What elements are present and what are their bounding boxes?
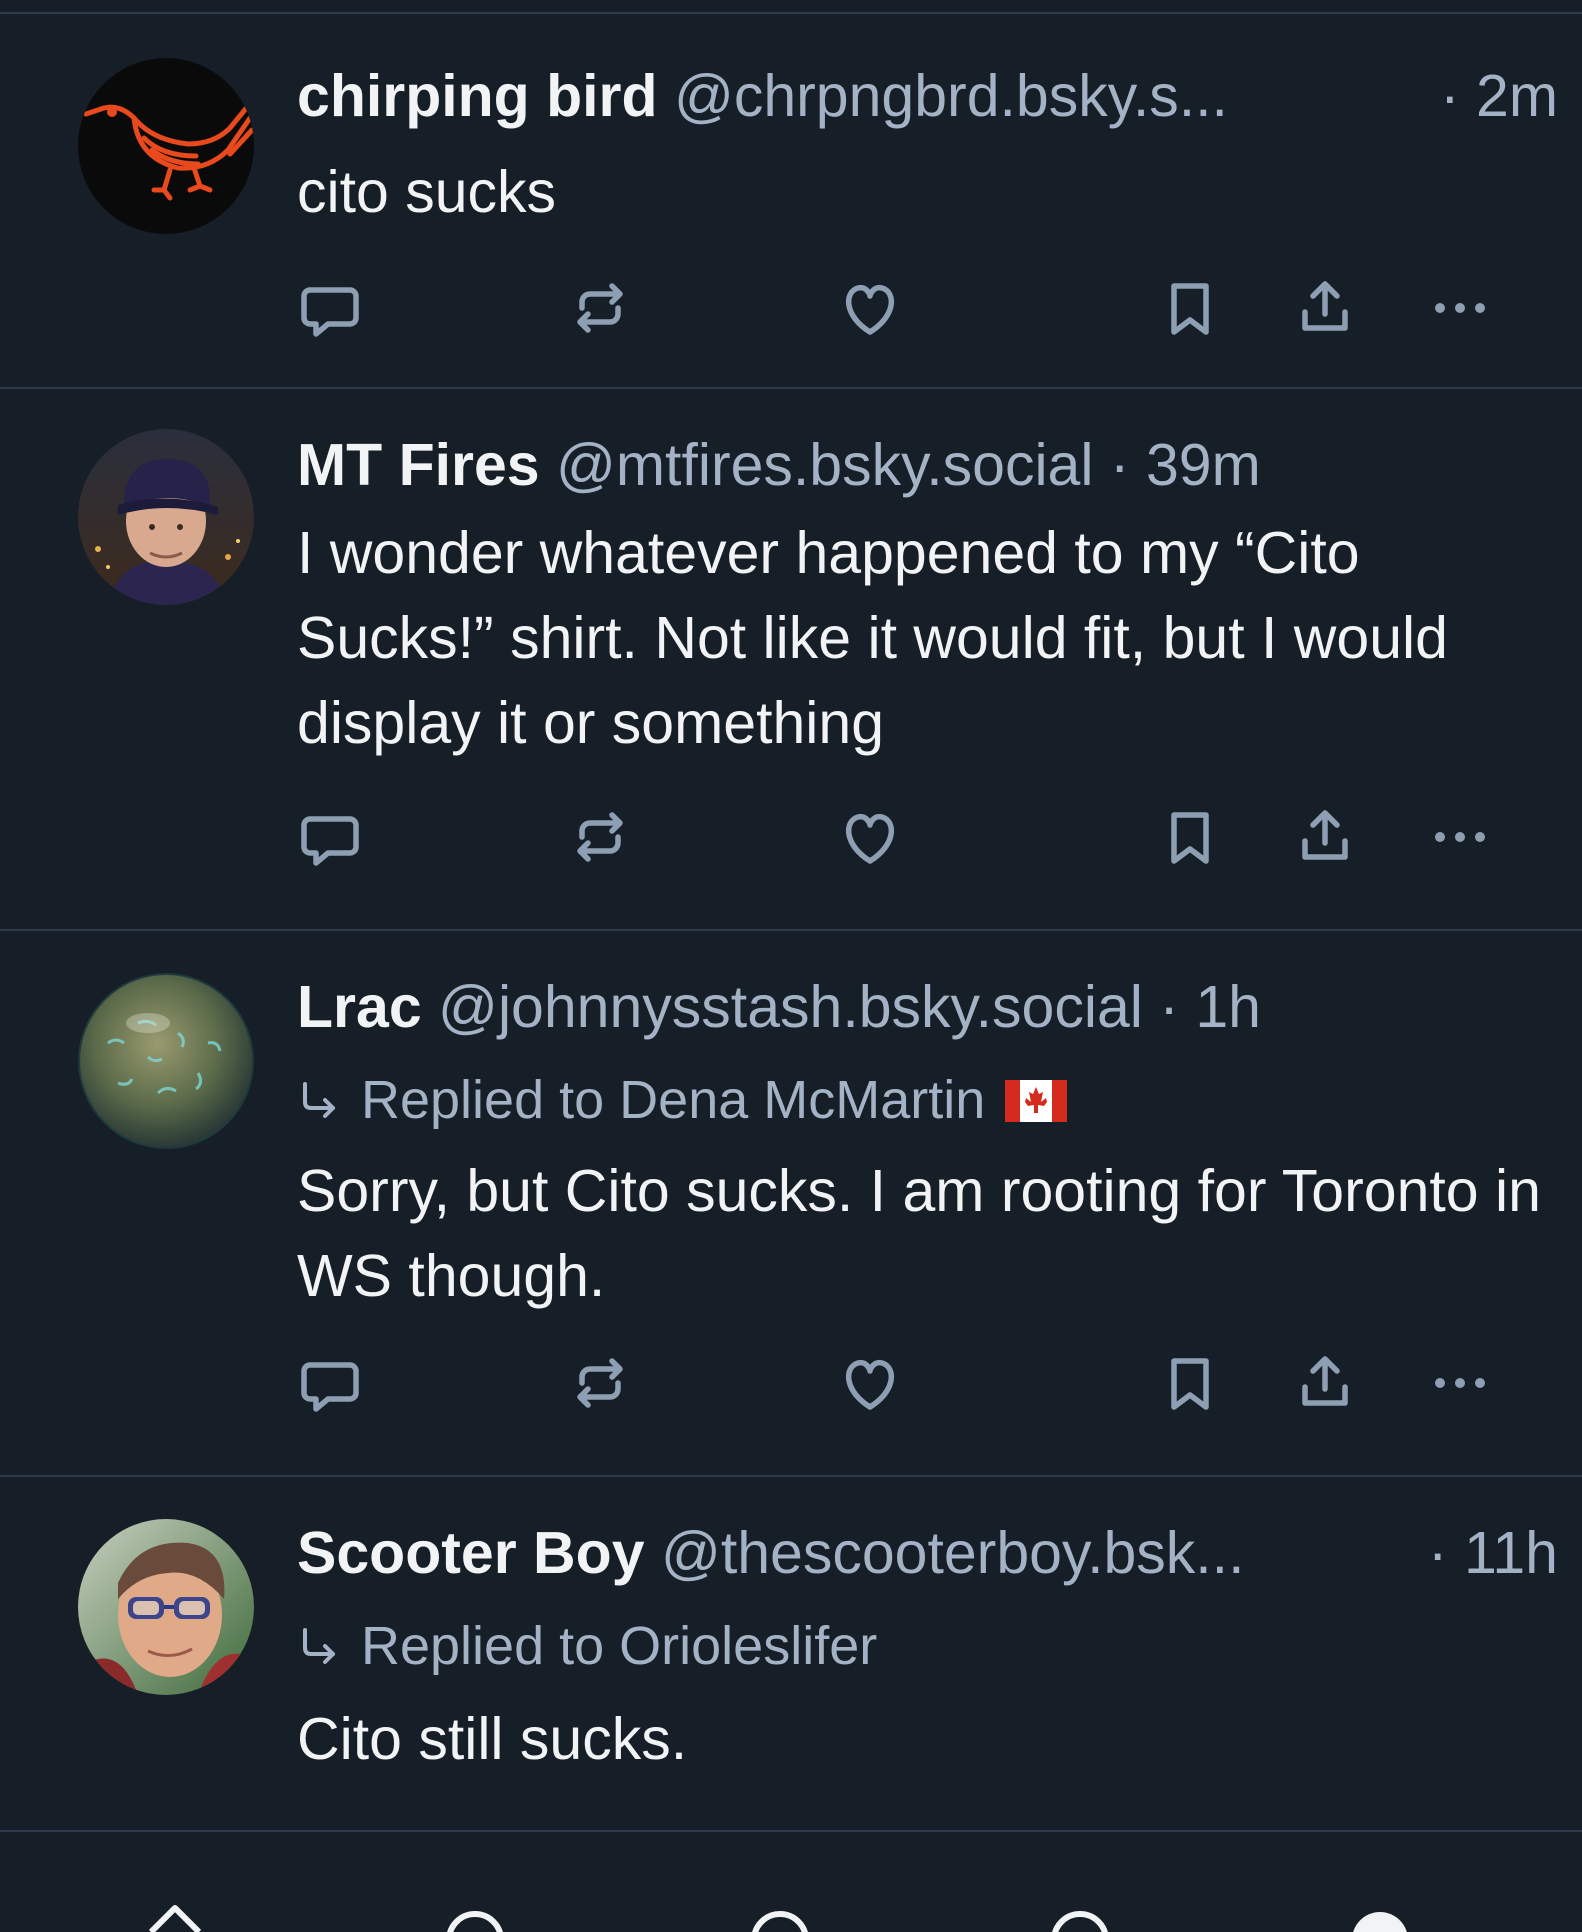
post-text: I wonder whatever happened to my “Cito S… <box>297 520 1448 756</box>
post-time[interactable]: · 2m <box>1440 60 1558 132</box>
bird-logo-icon <box>78 58 254 234</box>
repost-icon <box>577 812 623 862</box>
replied-to[interactable]: Replied to Dena McMartin <box>297 1067 1068 1133</box>
bottom-tab-bar <box>0 1830 1582 1932</box>
like-button[interactable] <box>830 268 910 348</box>
post-header: Lrac @johnnysstash.bsky.social · 1h <box>297 971 1537 1043</box>
avatar[interactable] <box>78 429 254 605</box>
replied-to[interactable]: Replied to Orioleslifer <box>297 1613 877 1679</box>
more-button[interactable] <box>1420 268 1500 348</box>
share-icon <box>1302 810 1348 860</box>
post-header: MT Fires @mtfires.bsky.social · 39m <box>297 429 1537 501</box>
time-separator: · <box>1439 63 1460 129</box>
time-separator: · <box>1159 974 1179 1040</box>
person-glasses-icon <box>78 1519 254 1695</box>
more-icon <box>1435 1378 1485 1388</box>
like-button[interactable] <box>830 1343 910 1423</box>
bookmark-icon <box>1171 283 1209 335</box>
share-button[interactable] <box>1285 268 1365 348</box>
handle[interactable]: @mtfires.bsky.social <box>556 432 1093 498</box>
repost-button[interactable] <box>560 797 640 877</box>
canada-flag-icon <box>1005 1080 1068 1122</box>
post-card[interactable]: MT Fires @mtfires.bsky.social · 39m I wo… <box>0 389 1582 931</box>
share-button[interactable] <box>1285 797 1365 877</box>
display-name[interactable]: Lrac <box>297 974 422 1040</box>
post-header: chirping bird @chrpngbrd.bsky.s... <box>297 60 1377 132</box>
heart-icon <box>845 284 895 335</box>
display-name[interactable]: Scooter Boy <box>297 1520 645 1586</box>
person-cap-icon <box>78 429 254 605</box>
share-icon <box>1302 281 1348 331</box>
bookmark-button[interactable] <box>1150 797 1230 877</box>
post-card[interactable]: Scooter Boy @thescooterboy.bsk... · 11h … <box>0 1477 1582 1830</box>
bookmark-icon <box>1171 812 1209 864</box>
replied-to-text[interactable]: Replied to Orioleslifer <box>361 1616 877 1676</box>
home-icon[interactable] <box>135 1892 215 1932</box>
share-button[interactable] <box>1285 1343 1365 1423</box>
handle[interactable]: @johnnysstash.bsky.social <box>438 974 1143 1040</box>
reply-arrow-icon <box>303 1628 335 1664</box>
timestamp[interactable]: 11h <box>1464 1520 1558 1586</box>
post-time[interactable]: · 11h <box>1428 1517 1558 1589</box>
repost-icon <box>577 283 623 333</box>
time-separator: · <box>1109 432 1130 498</box>
post-actions <box>0 268 1582 348</box>
timestamp[interactable]: 1h <box>1195 974 1261 1040</box>
handle[interactable]: @chrpngbrd.bsky.s... <box>674 63 1228 129</box>
post-card[interactable]: Lrac @johnnysstash.bsky.social · 1h Repl… <box>0 931 1582 1477</box>
more-icon <box>1435 303 1485 313</box>
heart-icon <box>845 1359 895 1410</box>
avatar[interactable] <box>78 58 254 234</box>
reply-button[interactable] <box>290 1343 370 1423</box>
more-button[interactable] <box>1420 1343 1500 1423</box>
more-button[interactable] <box>1420 797 1500 877</box>
repost-button[interactable] <box>560 1343 640 1423</box>
share-icon <box>1302 1356 1348 1406</box>
post-header: Scooter Boy @thescooterboy.bsk... <box>297 1517 1377 1589</box>
bookmark-button[interactable] <box>1150 268 1230 348</box>
post-actions <box>0 797 1582 877</box>
repost-icon <box>577 1358 623 1408</box>
bookmark-icon <box>1171 1358 1209 1410</box>
chat-icon[interactable] <box>740 1892 820 1932</box>
post-text: Sorry, but Cito sucks. I am rooting for … <box>297 1158 1541 1309</box>
handle[interactable]: @thescooterboy.bsk... <box>661 1520 1245 1586</box>
avatar[interactable] <box>78 973 254 1149</box>
post-text: cito sucks <box>297 159 557 225</box>
glass-marble-icon <box>78 973 254 1149</box>
timestamp[interactable]: 2m <box>1476 63 1558 129</box>
timestamp[interactable]: 39m <box>1146 432 1261 498</box>
post-actions <box>0 1343 1582 1423</box>
display-name[interactable]: chirping bird <box>297 63 658 129</box>
post-card[interactable]: chirping bird @chrpngbrd.bsky.s... · 2m … <box>0 14 1582 389</box>
avatar[interactable] <box>78 1519 254 1695</box>
reply-arrow-icon <box>303 1082 335 1118</box>
reply-icon <box>301 816 359 866</box>
post-text: Cito still sucks. <box>297 1706 688 1772</box>
search-icon[interactable] <box>435 1892 515 1932</box>
time-separator: · <box>1427 1520 1448 1586</box>
replied-to-text[interactable]: Replied to Dena McMartin <box>361 1070 985 1130</box>
bookmark-button[interactable] <box>1150 1343 1230 1423</box>
reply-icon <box>301 287 359 337</box>
notifications-icon[interactable] <box>1040 1892 1120 1932</box>
display-name[interactable]: MT Fires <box>297 432 540 498</box>
reply-button[interactable] <box>290 797 370 877</box>
heart-icon <box>845 813 895 864</box>
reply-button[interactable] <box>290 268 370 348</box>
repost-button[interactable] <box>560 268 640 348</box>
profile-avatar-icon[interactable] <box>1340 1892 1420 1932</box>
more-icon <box>1435 832 1485 842</box>
reply-icon <box>301 1362 359 1412</box>
like-button[interactable] <box>830 797 910 877</box>
